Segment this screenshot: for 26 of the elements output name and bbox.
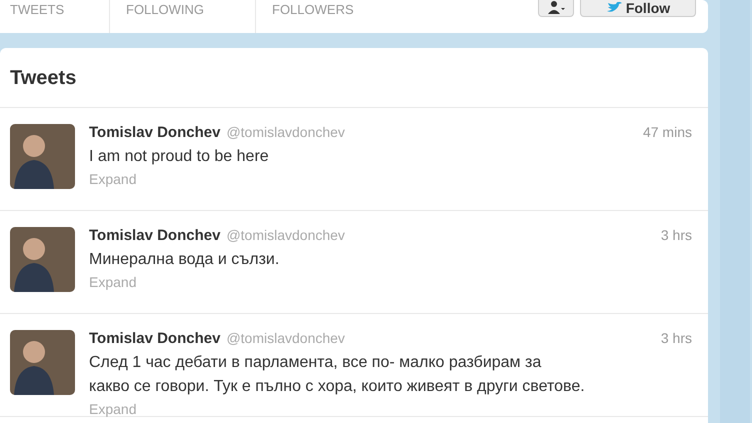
- author-handle[interactable]: @tomislavdonchev: [226, 227, 345, 243]
- author-handle[interactable]: @tomislavdonchev: [226, 330, 345, 346]
- avatar-placeholder: [10, 330, 75, 395]
- follow-button[interactable]: Follow: [580, 0, 696, 17]
- profile-stat-tab[interactable]: FOLLOWING: [110, 0, 256, 33]
- profile-stat-tab[interactable]: FOLLOWERS: [256, 0, 371, 33]
- author-name[interactable]: Tomislav Donchev: [89, 330, 220, 347]
- author-name[interactable]: Tomislav Donchev: [89, 227, 220, 244]
- tweet-time[interactable]: 47 mins: [642, 124, 692, 140]
- avatar-placeholder: [10, 227, 75, 292]
- profile-stat-tab[interactable]: TWEETS: [0, 0, 110, 33]
- expand-link[interactable]: Expand: [89, 401, 692, 417]
- tweet-text: Минерална вода и сълзи.: [89, 250, 280, 270]
- author-handle[interactable]: @tomislavdonchev: [226, 124, 345, 140]
- user-menu-button[interactable]: [538, 0, 574, 17]
- tweet-time[interactable]: 3 hrs: [660, 330, 692, 346]
- tweet-text: След 1 час дебати в парламента, все по- малко разбирам за какво се говори. Тук е пълно с хора, които живеят в други светове.: [89, 353, 586, 397]
- person-icon: [547, 1, 565, 15]
- expand-link[interactable]: Expand: [89, 274, 692, 290]
- bird-icon: [606, 2, 622, 14]
- author-name[interactable]: Tomislav Donchev: [89, 124, 220, 141]
- section-title: Tweets: [0, 48, 708, 108]
- expand-link[interactable]: Expand: [89, 171, 692, 187]
- tweet-text: I am not proud to be here: [89, 147, 270, 167]
- avatar-placeholder: [10, 124, 75, 189]
- tweet-time[interactable]: 3 hrs: [660, 227, 692, 243]
